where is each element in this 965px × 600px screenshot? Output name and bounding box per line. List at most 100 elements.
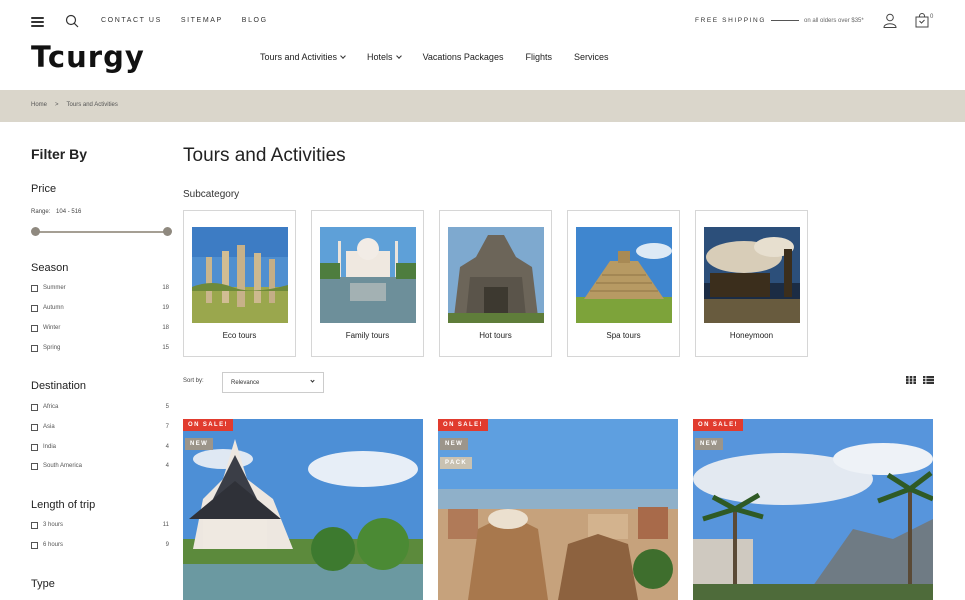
chevron-down-icon	[395, 53, 402, 59]
breadcrumb: Home > Tours and Activities	[31, 102, 118, 108]
option-label: Autumn	[43, 305, 64, 311]
new-badge: NEW	[695, 438, 724, 450]
nav-vacations-packages[interactable]: Vacations Packages	[423, 52, 504, 62]
option-count: 15	[162, 345, 169, 351]
destination-option-africa[interactable]: Africa 5	[31, 402, 169, 412]
list-view-icon[interactable]	[923, 376, 934, 384]
option-label: Africa	[43, 404, 59, 410]
product-card[interactable]: ON SALE! NEW	[693, 419, 933, 600]
checkbox[interactable]	[31, 403, 38, 411]
destination-option-south-america[interactable]: South America 4	[31, 461, 169, 471]
shipping-subtitle: on all olders over $35*	[804, 17, 864, 24]
contact-us-link[interactable]: CONTACT US	[101, 17, 162, 24]
option-label: Asia	[43, 424, 55, 430]
product-card[interactable]: ON SALE! NEW PACK	[438, 419, 678, 600]
top-bar: CONTACT US SITEMAP BLOG FREE SHIPPING on…	[0, 0, 965, 44]
breadcrumb-current: Tours and Activities	[66, 102, 118, 108]
option-label: 6 hours	[43, 542, 64, 548]
option-label: India	[43, 444, 57, 450]
price-slider-min-handle[interactable]	[31, 227, 40, 236]
option-label: Summer	[43, 285, 66, 291]
season-option-autumn[interactable]: Autumn 19	[31, 303, 169, 313]
filter-title: Filter By	[31, 146, 88, 162]
sale-badge: ON SALE!	[183, 419, 233, 431]
sort-select[interactable]: Relevance	[222, 372, 324, 393]
nav-flights[interactable]: Flights	[525, 52, 552, 62]
new-badge: NEW	[185, 438, 214, 450]
option-count: 11	[162, 522, 169, 528]
free-shipping-notice: FREE SHIPPING on all olders over $35*	[695, 17, 864, 24]
checkbox[interactable]	[31, 284, 38, 292]
breadcrumb-band: Home > Tours and Activities	[0, 90, 965, 122]
sort-value: Relevance	[231, 380, 260, 386]
nav-label: Flights	[525, 52, 552, 62]
menu-icon[interactable]	[31, 17, 44, 27]
checkbox[interactable]	[31, 324, 38, 332]
subcategory-list: Eco tours Family tours Hot tours Spa tou…	[183, 210, 808, 357]
price-slider-track[interactable]	[35, 231, 168, 233]
subcategory-label: Hot tours	[479, 331, 512, 340]
price-slider-max-handle[interactable]	[163, 227, 172, 236]
family-tours-image	[320, 227, 416, 323]
length-option-6-hours[interactable]: 6 hours 9	[31, 540, 169, 550]
product-card[interactable]: ON SALE! NEW	[183, 419, 423, 600]
subcategory-honeymoon[interactable]: Honeymoon	[695, 210, 808, 357]
search-icon[interactable]	[65, 14, 79, 28]
shipping-title: FREE SHIPPING	[695, 17, 767, 24]
checkbox[interactable]	[31, 462, 38, 470]
subcategory-spa-tours[interactable]: Spa tours	[567, 210, 680, 357]
option-label: 3 hours	[43, 522, 64, 528]
checkbox[interactable]	[31, 521, 38, 529]
nav-hotels[interactable]: Hotels	[367, 52, 402, 62]
checkbox[interactable]	[31, 541, 38, 549]
nav-services[interactable]: Services	[574, 52, 609, 62]
subcategory-title: Subcategory	[183, 189, 240, 200]
destination-option-asia[interactable]: Asia 7	[31, 422, 169, 432]
checkbox[interactable]	[31, 423, 38, 431]
nav-label: Hotels	[367, 52, 393, 62]
user-icon[interactable]	[883, 13, 897, 28]
breadcrumb-home[interactable]: Home	[31, 102, 47, 108]
hot-tours-image	[448, 227, 544, 323]
new-badge: NEW	[440, 438, 469, 450]
option-count: 4	[165, 463, 169, 469]
nav-tours-and-activities[interactable]: Tours and Activities	[260, 52, 346, 62]
subcategory-hot-tours[interactable]: Hot tours	[439, 210, 552, 357]
subcategory-label: Spa tours	[606, 331, 641, 340]
cart-count: 0	[930, 14, 934, 20]
season-option-summer[interactable]: Summer 18	[31, 283, 169, 293]
sitemap-link[interactable]: SITEMAP	[181, 17, 223, 24]
product-image	[693, 419, 933, 600]
eco-tours-image	[192, 227, 288, 323]
sort-label: Sort by:	[183, 378, 204, 384]
chevron-down-icon	[310, 378, 315, 383]
checkbox[interactable]	[31, 304, 38, 312]
season-option-winter[interactable]: Winter 18	[31, 323, 169, 333]
option-count: 9	[165, 542, 169, 548]
season-title: Season	[31, 262, 69, 274]
blog-link[interactable]: BLOG	[242, 17, 268, 24]
season-option-spring[interactable]: Spring 15	[31, 343, 169, 353]
range-value: 104 - 516	[56, 209, 82, 215]
pack-badge: PACK	[440, 457, 473, 469]
shipping-divider	[771, 20, 800, 21]
subcategory-eco-tours[interactable]: Eco tours	[183, 210, 296, 357]
type-title: Type	[31, 578, 55, 590]
logo[interactable]: Tcurgy	[31, 40, 145, 74]
sale-badge: ON SALE!	[693, 419, 743, 431]
range-label: Range:	[31, 209, 51, 215]
checkbox[interactable]	[31, 344, 38, 352]
cart-icon[interactable]	[915, 13, 929, 28]
subcategory-family-tours[interactable]: Family tours	[311, 210, 424, 357]
option-label: Winter	[43, 325, 61, 331]
grid-view-icon[interactable]	[906, 376, 916, 384]
option-count: 4	[165, 444, 169, 450]
option-count: 7	[165, 424, 169, 430]
breadcrumb-separator: >	[55, 102, 59, 108]
nav-label: Tours and Activities	[260, 52, 338, 62]
page-title: Tours and Activities	[183, 145, 346, 166]
checkbox[interactable]	[31, 443, 38, 451]
destination-option-india[interactable]: India 4	[31, 442, 169, 452]
length-option-3-hours[interactable]: 3 hours 11	[31, 520, 169, 530]
option-label: Spring	[43, 345, 61, 351]
